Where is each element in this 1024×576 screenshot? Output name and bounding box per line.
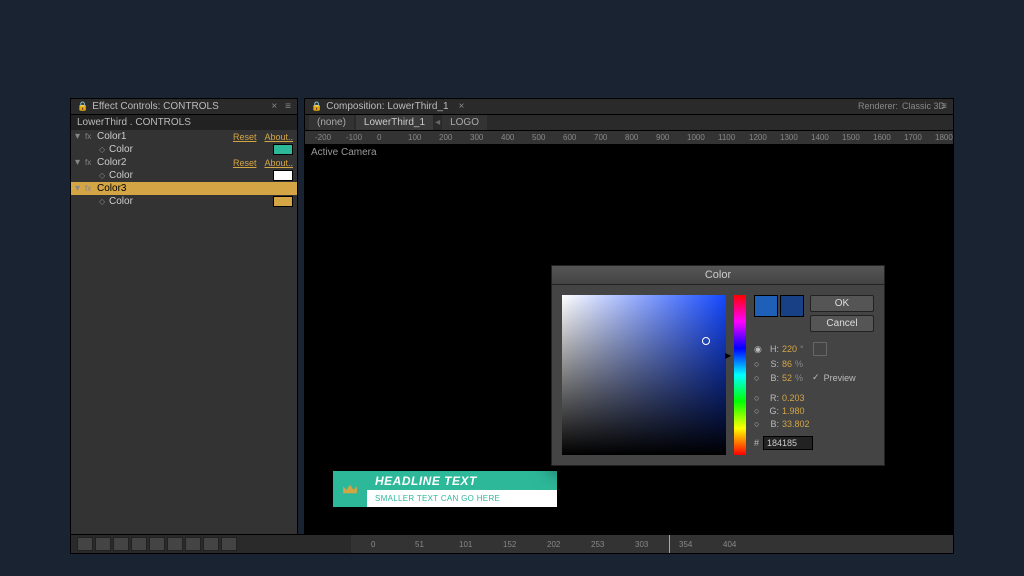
lock-icon[interactable]: 🔒 <box>311 101 322 112</box>
effect-row-color2[interactable]: ▾ fx Color2 Reset About.. <box>71 156 297 169</box>
timeline-tool-icon[interactable] <box>95 537 111 551</box>
color-property[interactable]: ◇ Color <box>71 195 297 208</box>
old-color-swatch[interactable] <box>780 295 804 317</box>
color-picker-dialog: Color <box>551 265 885 466</box>
sat-value[interactable]: 86 <box>782 359 792 369</box>
timeline-tool-icon[interactable] <box>203 537 219 551</box>
composition-viewer[interactable]: Active Camera HEADLINE TEXT SMALLER TEXT… <box>305 145 953 537</box>
color-swatches <box>754 295 804 317</box>
color-swatch[interactable] <box>273 170 293 181</box>
effect-row-color1[interactable]: ▾ fx Color1 Reset About.. <box>71 130 297 143</box>
fx-icon[interactable]: fx <box>85 158 97 167</box>
timeline-tool-icon[interactable] <box>185 537 201 551</box>
twirl-icon[interactable]: ▾ <box>75 157 85 168</box>
ok-button[interactable]: OK <box>810 295 874 312</box>
about-link[interactable]: About.. <box>264 184 293 194</box>
stopwatch-icon[interactable]: ◇ <box>99 171 109 180</box>
renderer-label: Renderer: <box>858 101 898 111</box>
red-value[interactable]: 0.203 <box>782 393 805 403</box>
timeline-tool-icon[interactable] <box>221 537 237 551</box>
timeline-track[interactable]: 051101152202253303354404 <box>351 535 953 553</box>
hue-value[interactable]: 220 <box>782 344 797 354</box>
close-icon[interactable]: × <box>271 101 277 112</box>
fx-icon[interactable]: fx <box>85 132 97 141</box>
effect-row-color3[interactable]: ▾ fx Color3 Reset About.. <box>71 182 297 195</box>
hue-cursor <box>731 355 749 359</box>
eyedropper-icon[interactable] <box>813 342 827 356</box>
stopwatch-icon[interactable]: ◇ <box>99 197 109 206</box>
hue-slider[interactable] <box>734 295 746 455</box>
playhead[interactable] <box>669 535 670 553</box>
reset-link[interactable]: Reset <box>233 184 257 194</box>
color-swatch[interactable] <box>273 196 293 207</box>
blue-value[interactable]: 33.802 <box>782 419 810 429</box>
composition-panel: 🔒 Composition: LowerThird_1 × ≡ (none) L… <box>304 98 954 554</box>
effect-controls-panel: 🔒 Effect Controls: CONTROLS × ≡ LowerThi… <box>70 98 298 554</box>
color-field-cursor <box>702 337 710 345</box>
subline-text: SMALLER TEXT CAN GO HERE <box>375 494 500 503</box>
hex-input[interactable] <box>763 436 813 450</box>
panel-title: Effect Controls: CONTROLS <box>92 101 219 112</box>
crumb-logo[interactable]: LOGO <box>442 115 487 130</box>
color-swatch[interactable] <box>273 144 293 155</box>
cancel-button[interactable]: Cancel <box>810 315 874 332</box>
crown-icon <box>333 471 367 507</box>
color-property[interactable]: ◇ Color <box>71 169 297 182</box>
panel-subtitle: LowerThird . CONTROLS <box>71 115 297 130</box>
dialog-title: Color <box>552 266 884 285</box>
property-list: ▾ fx Color1 Reset About.. ◇ Color ▾ fx C… <box>71 130 297 553</box>
timeline-tool-icon[interactable] <box>113 537 129 551</box>
timeline-tool-icon[interactable] <box>131 537 147 551</box>
panel-title: Composition: LowerThird_1 <box>326 101 448 112</box>
timeline-tool-icon[interactable] <box>167 537 183 551</box>
about-link[interactable]: About.. <box>264 158 293 168</box>
lower-third-preview: HEADLINE TEXT SMALLER TEXT CAN GO HERE <box>333 471 557 507</box>
panel-tab[interactable]: 🔒 Composition: LowerThird_1 × ≡ <box>305 99 953 115</box>
preview-check-icon[interactable]: ✓ <box>812 372 820 383</box>
panel-tab[interactable]: 🔒 Effect Controls: CONTROLS × ≡ <box>71 99 297 115</box>
green-value[interactable]: 1.980 <box>782 406 805 416</box>
color-property[interactable]: ◇ Color <box>71 143 297 156</box>
reset-link[interactable]: Reset <box>233 132 257 142</box>
crumb-lowerthird[interactable]: LowerThird_1 <box>356 115 433 130</box>
timeline-panel: 051101152202253303354404 <box>70 534 954 554</box>
renderer-value[interactable]: Classic 3D <box>902 101 945 111</box>
crumb-none[interactable]: (none) <box>309 115 354 130</box>
stopwatch-icon[interactable]: ◇ <box>99 145 109 154</box>
composition-breadcrumb: (none) LowerThird_1 ◂ LOGO Renderer: Cla… <box>305 115 953 131</box>
close-tab-icon[interactable]: × <box>459 101 465 112</box>
twirl-icon[interactable]: ▾ <box>75 183 85 194</box>
horizontal-ruler: -200-10001002003004005006007008009001000… <box>305 131 953 145</box>
active-camera-label: Active Camera <box>311 147 377 158</box>
timeline-tool-icon[interactable] <box>149 537 165 551</box>
twirl-icon[interactable]: ▾ <box>75 131 85 142</box>
panel-menu-icon[interactable]: ≡ <box>285 101 291 112</box>
lock-icon[interactable]: 🔒 <box>77 101 88 112</box>
about-link[interactable]: About.. <box>264 132 293 142</box>
new-color-swatch <box>754 295 778 317</box>
headline-text: HEADLINE TEXT <box>375 474 477 488</box>
reset-link[interactable]: Reset <box>233 158 257 168</box>
bright-value[interactable]: 52 <box>782 373 792 383</box>
color-field[interactable] <box>562 295 726 455</box>
timeline-tool-icon[interactable] <box>77 537 93 551</box>
fx-icon[interactable]: fx <box>85 184 97 193</box>
